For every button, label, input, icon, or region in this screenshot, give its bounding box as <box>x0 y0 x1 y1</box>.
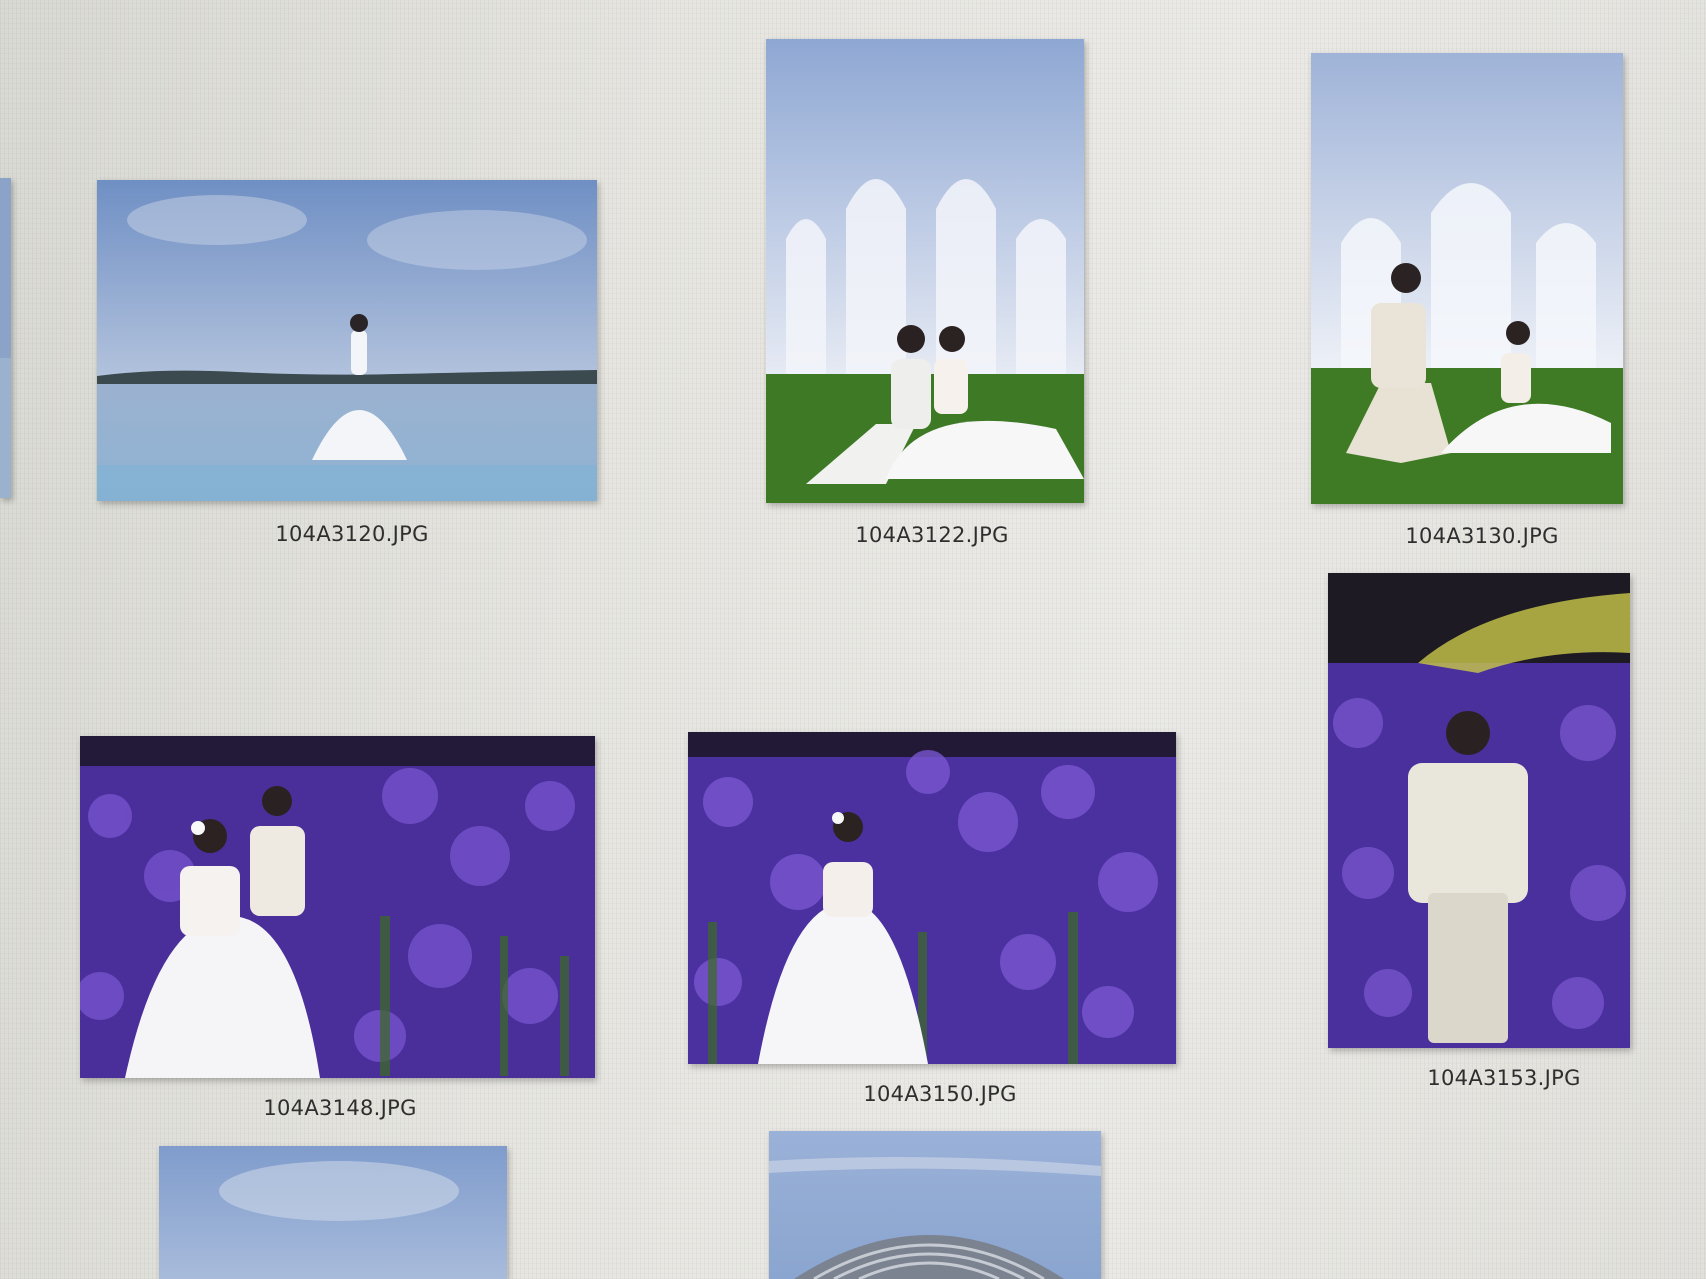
thumbnail-104A3153[interactable] <box>1328 573 1630 1048</box>
photo-partial-sky <box>159 1146 507 1279</box>
thumbnail-104A3130[interactable] <box>1311 53 1623 504</box>
photo-lake-bride <box>97 180 597 501</box>
photo-castle-proposal <box>1311 53 1623 504</box>
file-name-label[interactable]: 104A3130.JPG <box>1405 524 1558 548</box>
file-name-label[interactable]: 104A3148.JPG <box>263 1096 416 1120</box>
photo-partial-dome <box>769 1131 1101 1279</box>
thumbnail-partial-left[interactable] <box>0 178 11 498</box>
photo-lavender-bride <box>688 732 1176 1064</box>
photo-lavender-couple <box>80 736 595 1078</box>
thumbnail-partial-bottom-left[interactable] <box>159 1146 507 1279</box>
file-name-label[interactable]: 104A3120.JPG <box>275 522 428 546</box>
photo-castle-couple-sitting <box>766 39 1084 503</box>
thumbnail-partial-bottom-center[interactable] <box>769 1131 1101 1279</box>
thumbnail-104A3122[interactable] <box>766 39 1084 503</box>
photo-lavender-groom <box>1328 573 1630 1048</box>
file-name-label[interactable]: 104A3150.JPG <box>863 1082 1016 1106</box>
file-name-label[interactable]: 104A3122.JPG <box>855 523 1008 547</box>
thumbnail-104A3148[interactable] <box>80 736 595 1078</box>
thumbnail-104A3150[interactable] <box>688 732 1176 1064</box>
thumbnail-104A3120[interactable] <box>97 180 597 501</box>
file-thumbnail-grid: 104A3120.JPG 104A3122.JPG 104A3130.JPG 1… <box>0 0 1706 1279</box>
file-name-label[interactable]: 104A3153.JPG <box>1427 1066 1580 1090</box>
